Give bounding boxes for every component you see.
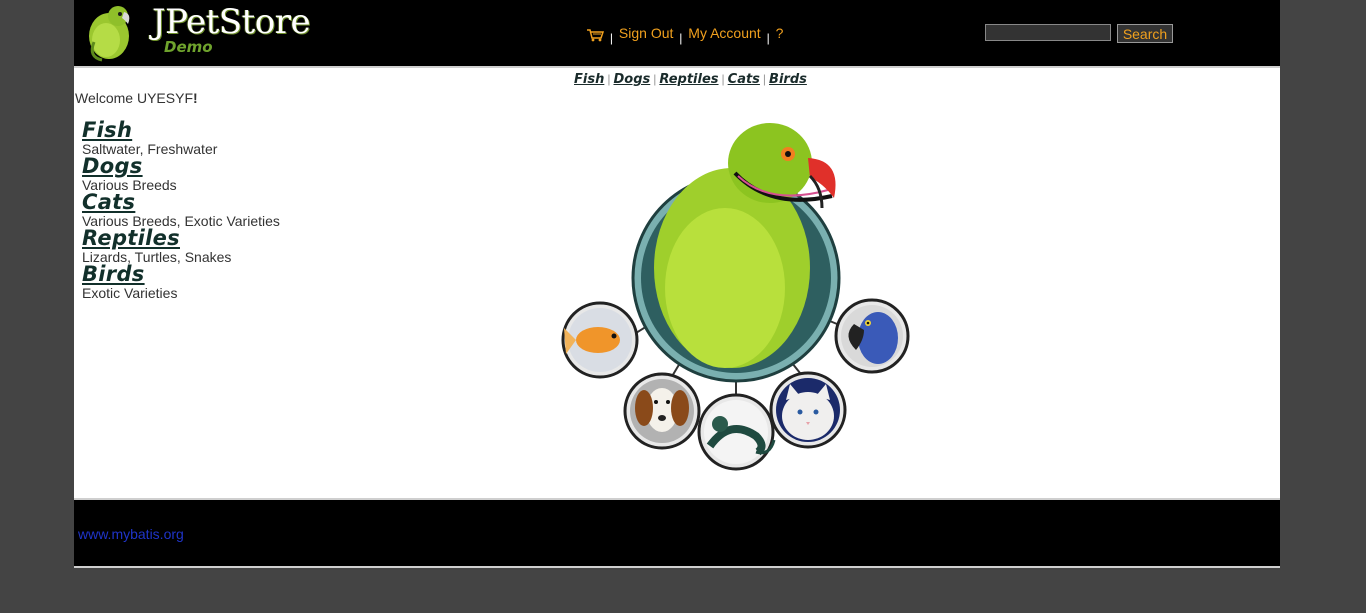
fish-thumbnail[interactable] — [561, 301, 639, 379]
quicklink-birds[interactable]: Birds — [769, 72, 807, 87]
sidebar-item-birds: Birds Exotic Varieties — [82, 262, 342, 301]
sidebar-item-dogs: Dogs Various Breeds — [82, 154, 342, 193]
menu-separator: | — [679, 31, 683, 45]
main-content: Fish | Dogs | Reptiles | Cats | Birds Welcome UY… — [74, 68, 1280, 498]
header: JPetStore Demo | Sign Out | My Account |… — [74, 0, 1280, 68]
page-container: JPetStore Demo | Sign Out | My Account |… — [74, 0, 1280, 613]
birds-thumbnail[interactable] — [834, 298, 910, 374]
my-account-link[interactable]: My Account — [688, 25, 760, 41]
reptiles-thumbnail[interactable] — [697, 393, 776, 471]
welcome-message: Welcome UYESYF! — [75, 90, 198, 106]
category-description: Exotic Varieties — [82, 285, 178, 301]
parrot-logo-icon — [89, 6, 130, 62]
menu-separator: | — [609, 31, 614, 45]
sidebar-item-reptiles: Reptiles Lizards, Turtles, Snakes — [82, 226, 342, 265]
quicklink-separator: | — [762, 72, 767, 86]
shopping-cart-icon[interactable] — [587, 28, 605, 42]
search-input[interactable] — [985, 24, 1111, 41]
sign-out-link[interactable]: Sign Out — [619, 25, 673, 41]
quicklink-cats[interactable]: Cats — [728, 72, 760, 87]
menu-separator: | — [766, 31, 770, 45]
category-link-fish[interactable]: Fish — [82, 118, 132, 142]
quick-links: Fish | Dogs | Reptiles | Cats | Birds — [574, 70, 807, 87]
logo-subtitle: Demo — [164, 38, 213, 56]
dogs-thumbnail[interactable] — [623, 372, 701, 450]
category-link-dogs[interactable]: Dogs — [82, 154, 143, 178]
quicklink-fish[interactable]: Fish — [574, 72, 604, 87]
logo-link[interactable]: JPetStore Demo — [84, 2, 311, 62]
quicklink-separator: | — [721, 72, 725, 86]
header-menu: | Sign Out | My Account | ? — [587, 24, 784, 45]
category-sidebar: Fish Saltwater, Freshwater Dogs Various … — [82, 118, 342, 301]
sidebar-item-fish: Fish Saltwater, Freshwater — [82, 118, 342, 157]
cats-thumbnail[interactable] — [769, 371, 847, 449]
sidebar-item-cats: Cats Various Breeds, Exotic Varieties — [82, 190, 342, 229]
splash-image-map — [560, 118, 912, 478]
mybatis-link[interactable]: www.mybatis.org — [78, 526, 184, 542]
quicklink-dogs[interactable]: Dogs — [613, 72, 650, 87]
category-link-cats[interactable]: Cats — [82, 190, 135, 214]
help-link[interactable]: ? — [776, 25, 784, 41]
welcome-text: Welcome UYESYF — [75, 90, 193, 106]
quicklink-separator: | — [653, 72, 657, 86]
logo-text: JPetStore — [152, 2, 311, 42]
welcome-exclamation: ! — [193, 90, 198, 106]
birds-main-area[interactable] — [631, 123, 841, 383]
search-button[interactable]: Search — [1117, 24, 1173, 43]
footer: www.mybatis.org — [74, 498, 1280, 568]
category-link-birds[interactable]: Birds — [82, 262, 145, 286]
category-link-reptiles[interactable]: Reptiles — [82, 226, 180, 250]
quicklink-reptiles[interactable]: Reptiles — [659, 72, 718, 87]
